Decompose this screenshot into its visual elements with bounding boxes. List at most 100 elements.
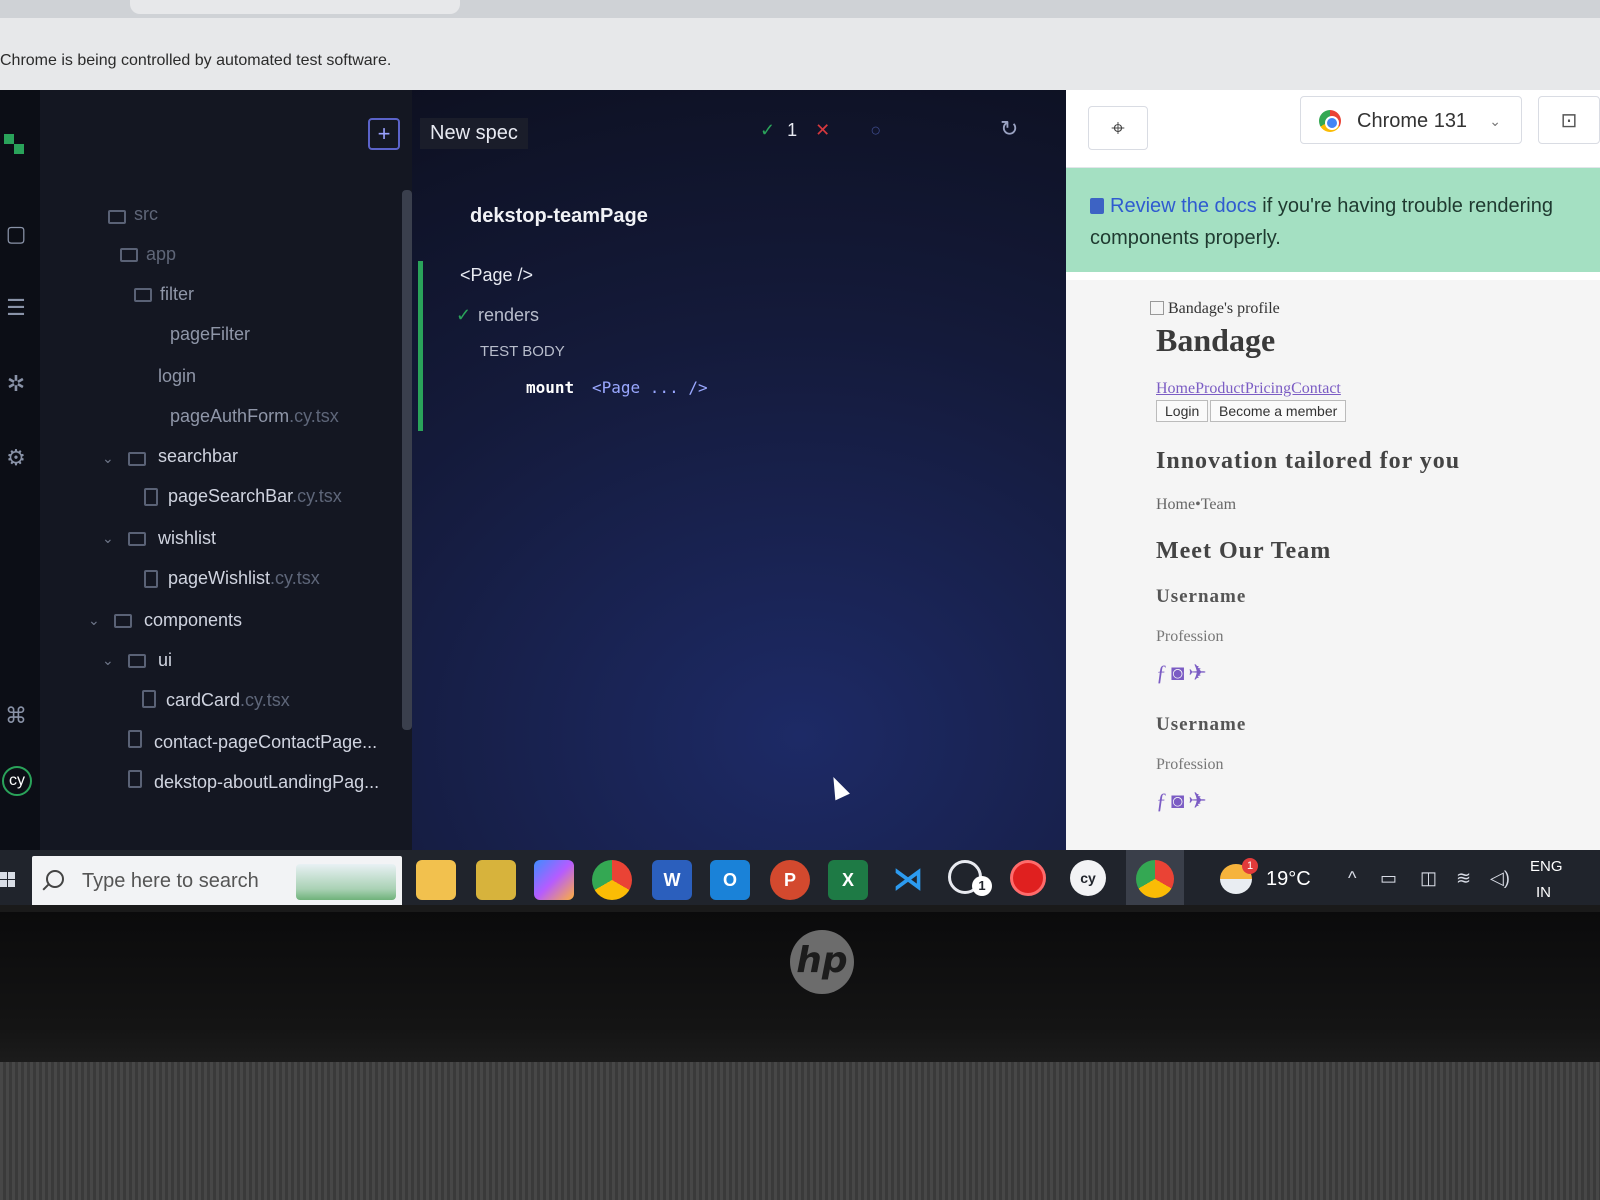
chevron-down-icon[interactable]: ⌄ [102, 530, 114, 547]
outlook-icon[interactable]: O [710, 860, 750, 900]
reporter-panel: dekstop-teamPage <Page /> ✓ renders TEST… [412, 185, 1052, 845]
book-icon [1090, 198, 1104, 214]
team-section-title: Meet Our Team [1156, 538, 1332, 564]
tree-folder-searchbar[interactable]: searchbar [158, 446, 238, 467]
laptop-bezel: hp [0, 912, 1600, 1200]
test-stats: ✓ 1 ✕ ○ [760, 120, 881, 141]
member-name: Username [1156, 586, 1247, 607]
hp-logo-icon: hp [790, 930, 854, 994]
new-spec-plus-icon[interactable]: + [368, 118, 400, 150]
chrome-icon [1319, 110, 1341, 132]
folder-icon [128, 654, 146, 668]
powerpoint-icon[interactable]: P [770, 860, 810, 900]
twitter-icon[interactable]: ✈ [1188, 660, 1210, 685]
rerun-icon[interactable]: ↻ [1000, 116, 1018, 142]
cypress-cy-icon[interactable]: cy [2, 766, 32, 796]
file-ext: .cy.tsx [270, 568, 320, 588]
device-icon[interactable]: ◫ [1420, 868, 1437, 889]
browser-tab[interactable] [130, 0, 460, 14]
tree-file-dekstop-about[interactable]: dekstop-aboutLandingPag... [154, 772, 379, 793]
chrome-taskbar-icon[interactable] [592, 860, 632, 900]
battery-icon[interactable]: ▭ [1380, 868, 1397, 889]
chevron-up-icon[interactable]: ^ [1348, 868, 1356, 889]
chrome-active-icon[interactable] [1136, 860, 1174, 898]
tree-folder-app[interactable]: app [146, 244, 176, 265]
test-body-label: TEST BODY [480, 343, 565, 360]
runs-icon[interactable]: ☰ [2, 294, 30, 322]
screen-recorder-icon[interactable] [1010, 860, 1046, 896]
file-icon [128, 770, 142, 788]
facebook-icon[interactable]: ƒ [1156, 788, 1171, 813]
tree-file-pageAuthForm[interactable]: pageAuthForm.cy.tsx [170, 406, 339, 427]
tree-file-cardCard[interactable]: cardCard.cy.tsx [166, 690, 290, 711]
suite-title[interactable]: <Page /> [460, 265, 533, 286]
vscode-icon[interactable]: ⋊ [888, 860, 928, 900]
file-name: pageAuthForm [170, 406, 290, 426]
specs-icon[interactable]: ▢ [2, 220, 30, 248]
instagram-icon[interactable]: ◙ [1171, 660, 1188, 685]
brand-title: Bandage [1156, 322, 1276, 358]
review-docs-link[interactable]: Review the docs [1110, 195, 1257, 217]
spec-title: dekstop-teamPage [470, 205, 648, 227]
tree-folder-src[interactable]: src [134, 204, 158, 225]
temperature[interactable]: 19°C [1266, 868, 1311, 891]
region-indicator[interactable]: IN [1536, 884, 1551, 901]
file-name: pageWishlist [168, 568, 271, 588]
file-name: cardCard [166, 690, 241, 710]
search-placeholder: Type here to search [82, 870, 259, 892]
search-highlight-image [296, 864, 396, 900]
chevron-down-icon[interactable]: ⌄ [102, 450, 114, 467]
viewport-icon[interactable]: ⊡ [1538, 96, 1600, 144]
volume-icon[interactable]: ◁) [1490, 868, 1510, 889]
tree-file-pageWishlist[interactable]: pageWishlist.cy.tsx [168, 568, 320, 589]
taskbar-search[interactable]: Type here to search [32, 856, 402, 905]
folder-icon [108, 210, 126, 224]
tree-folder-login[interactable]: login [158, 366, 196, 387]
application-under-test: ⌖ Chrome 131 ⌄ ⊡ Review the docs if you'… [1066, 90, 1600, 850]
tree-folder-components[interactable]: components [144, 610, 242, 631]
become-member-button[interactable]: Become a member [1210, 400, 1347, 422]
tree-file-pageSearchBar[interactable]: pageSearchBar.cy.tsx [168, 486, 342, 507]
test-title[interactable]: renders [478, 305, 539, 326]
tree-folder-ui[interactable]: ui [158, 650, 172, 671]
image-alt-text: Bandage's profile [1168, 300, 1280, 317]
chrome-toolbar: Chrome is being controlled by automated … [0, 0, 1600, 90]
copilot-icon[interactable] [534, 860, 574, 900]
spec-tree-scrollbar[interactable] [402, 190, 412, 730]
cypress-taskbar-icon[interactable]: cy [1070, 860, 1106, 896]
windows-start-icon[interactable] [0, 866, 16, 896]
word-icon[interactable]: W [652, 860, 692, 900]
chevron-down-icon[interactable]: ⌄ [88, 612, 100, 629]
file-ext: .cy.tsx [292, 486, 342, 506]
language-indicator[interactable]: ENG [1530, 858, 1563, 875]
new-spec-button[interactable]: New spec [420, 118, 528, 149]
docs-banner: Review the docs if you're having trouble… [1066, 168, 1600, 272]
keyboard-shortcuts-icon[interactable]: ⌘ [2, 702, 30, 730]
tree-file-pageFilter[interactable]: pageFilter [170, 324, 250, 345]
tree-file-contact-page[interactable]: contact-pageContactPage... [154, 732, 377, 753]
file-explorer-icon[interactable] [416, 860, 456, 900]
member-profession: Profession [1156, 628, 1224, 645]
command-name[interactable]: mount [526, 378, 574, 397]
chevron-down-icon[interactable]: ⌄ [102, 652, 114, 669]
tree-folder-wishlist[interactable]: wishlist [158, 528, 216, 549]
notes-app-icon[interactable] [476, 860, 516, 900]
member-profession: Profession [1156, 756, 1224, 773]
nav-links[interactable]: HomeProductPricingContact [1156, 380, 1341, 398]
instagram-icon[interactable]: ◙ [1171, 788, 1188, 813]
command-message[interactable]: <Page ... /> [592, 378, 708, 397]
facebook-icon[interactable]: ƒ [1156, 660, 1171, 685]
tree-folder-filter[interactable]: filter [160, 284, 194, 305]
folder-icon [114, 614, 132, 628]
file-icon [142, 690, 156, 708]
selector-playground-crosshair-icon[interactable]: ⌖ [1088, 106, 1148, 150]
login-button[interactable]: Login [1156, 400, 1209, 422]
breadcrumb[interactable]: Home•Team [1156, 496, 1236, 514]
twitter-icon[interactable]: ✈ [1188, 788, 1210, 813]
debug-icon[interactable]: ✲ [2, 370, 30, 398]
wifi-icon[interactable]: ≋ [1456, 868, 1471, 889]
file-icon [144, 570, 158, 588]
excel-icon[interactable]: X [828, 860, 868, 900]
settings-icon[interactable]: ⚙ [2, 444, 30, 472]
browser-select[interactable]: Chrome 131 ⌄ [1300, 96, 1522, 144]
